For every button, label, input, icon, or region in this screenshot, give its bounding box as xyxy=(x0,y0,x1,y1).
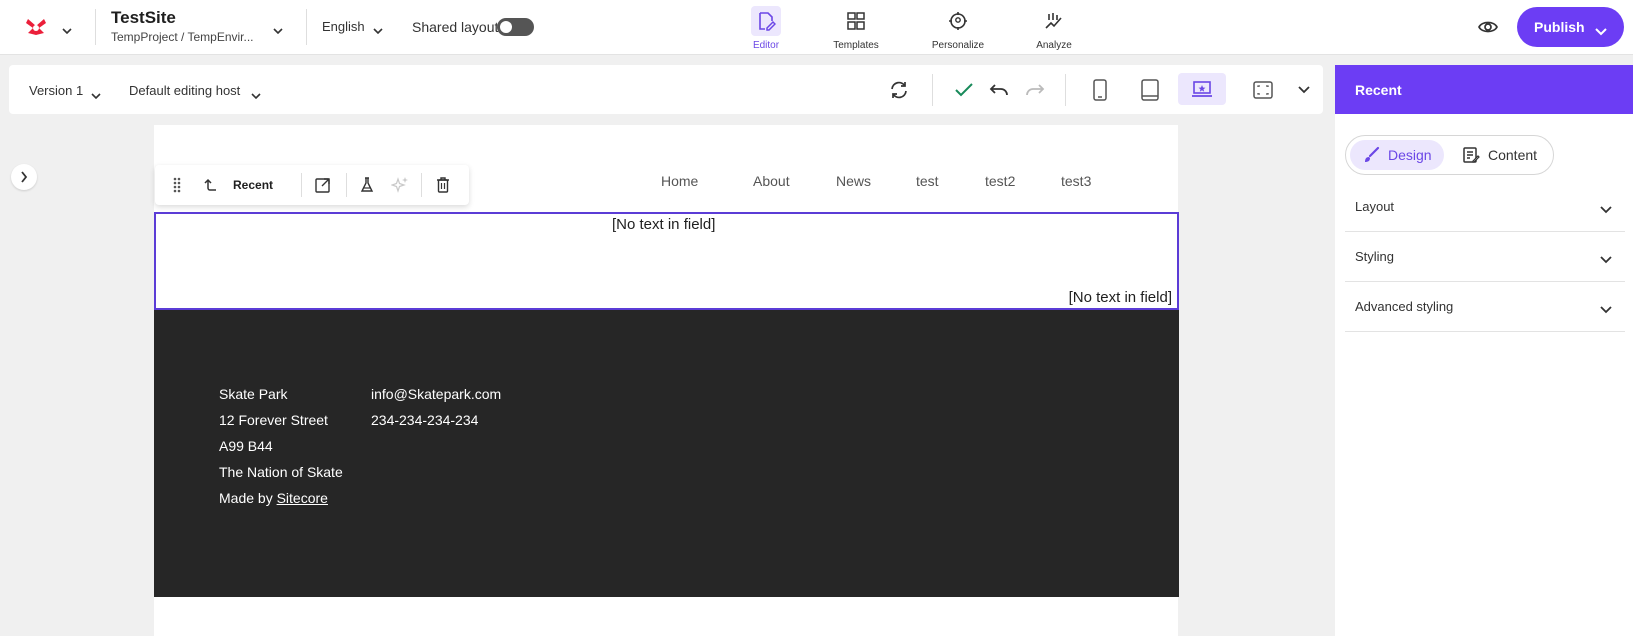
placeholder-text[interactable]: [No text in field] xyxy=(1069,289,1172,306)
footer-line: Skate Park xyxy=(219,386,288,402)
divider xyxy=(346,173,347,197)
check-icon[interactable] xyxy=(951,77,977,103)
editor-toolbar: Version 1 Default editing host xyxy=(9,65,1323,114)
chevron-down-icon[interactable] xyxy=(62,21,72,35)
redo-icon[interactable] xyxy=(1022,77,1048,103)
footer-made-by: Made by Sitecore xyxy=(219,485,343,511)
sparkle-icon xyxy=(390,175,410,195)
content-icon xyxy=(1463,147,1480,163)
nav-templates[interactable]: Templates xyxy=(816,6,896,51)
site-switcher[interactable]: TestSite TempProject / TempEnvir... xyxy=(111,8,254,44)
divider xyxy=(95,9,96,45)
footer-line: A99 B44 xyxy=(219,438,273,454)
tab-label: Content xyxy=(1488,147,1538,163)
site-subtitle: TempProject / TempEnvir... xyxy=(111,30,254,44)
footer-address: Skate Park 12 Forever Street A99 B44 The… xyxy=(219,381,343,511)
templates-icon xyxy=(841,6,871,36)
editing-host-select[interactable]: Default editing host xyxy=(129,83,240,98)
nav-analyze[interactable]: Analyze xyxy=(1014,6,1094,51)
version-select[interactable]: Version 1 xyxy=(29,83,83,98)
publish-button[interactable]: Publish xyxy=(1517,7,1624,47)
made-by-prefix: Made by xyxy=(219,490,273,506)
accordion-styling[interactable]: Styling xyxy=(1345,232,1625,282)
open-external-icon[interactable] xyxy=(313,175,333,195)
accordion-label: Styling xyxy=(1355,249,1395,264)
site-footer: Skate Park 12 Forever Street A99 B44 The… xyxy=(154,310,1179,597)
footer-contact: info@Skatepark.com 234-234-234-234 xyxy=(371,381,501,433)
panel-title: Recent xyxy=(1335,65,1633,114)
select-parent-icon[interactable] xyxy=(199,175,219,195)
nav-label: Analyze xyxy=(1036,40,1072,51)
nav-label: Personalize xyxy=(931,40,985,51)
properties-panel: Recent Design Content Layout Styling Adv… xyxy=(1335,65,1633,636)
analyze-icon xyxy=(1039,6,1069,36)
footer-phone: 234-234-234-234 xyxy=(371,412,479,428)
brush-icon xyxy=(1365,146,1380,162)
placeholder-text[interactable]: [No text in field] xyxy=(612,216,715,233)
sync-icon[interactable] xyxy=(886,77,912,103)
publish-label: Publish xyxy=(1534,19,1585,35)
divider xyxy=(1065,74,1066,106)
site-nav-link[interactable]: test xyxy=(916,173,939,189)
language-select[interactable]: English xyxy=(322,19,365,34)
selected-component[interactable]: [No text in field] [No text in field] xyxy=(154,212,1179,310)
chevron-down-icon[interactable] xyxy=(373,21,383,35)
site-nav-link[interactable]: Home xyxy=(661,173,698,189)
shared-layout-toggle[interactable] xyxy=(497,18,534,36)
accordion-advanced-styling[interactable]: Advanced styling xyxy=(1345,282,1625,332)
site-nav-link[interactable]: test3 xyxy=(1061,173,1091,189)
site-nav-link[interactable]: test2 xyxy=(985,173,1015,189)
nav-editor[interactable]: Editor xyxy=(726,6,806,51)
shared-layout-label: Shared layout xyxy=(412,19,499,35)
preview-eye-icon[interactable] xyxy=(1477,16,1499,43)
component-toolbar: Recent xyxy=(155,165,469,205)
personalize-icon xyxy=(943,6,973,36)
chevron-right-icon xyxy=(21,171,28,183)
accordion-label: Layout xyxy=(1355,199,1395,214)
sitecore-logo-icon[interactable] xyxy=(24,15,48,39)
site-title: TestSite xyxy=(111,8,176,27)
divider xyxy=(932,74,933,106)
divider xyxy=(306,9,307,45)
nav-label: Templates xyxy=(833,40,879,51)
top-bar: TestSite TempProject / TempEnvir... Engl… xyxy=(0,0,1633,55)
accordion-layout[interactable]: Layout xyxy=(1345,182,1625,232)
footer-line: The Nation of Skate xyxy=(219,464,343,480)
toggle-knob xyxy=(500,21,512,33)
design-content-switch: Design Content xyxy=(1345,135,1554,175)
chevron-down-icon xyxy=(1594,23,1607,35)
site-nav-link[interactable]: About xyxy=(753,173,790,189)
sitecore-link[interactable]: Sitecore xyxy=(277,490,328,506)
flask-icon[interactable] xyxy=(357,175,377,195)
chevron-down-icon[interactable] xyxy=(91,86,101,100)
fullscreen-icon[interactable] xyxy=(1250,77,1276,103)
nav-label: Editor xyxy=(752,40,780,51)
divider xyxy=(421,173,422,197)
divider xyxy=(301,173,302,197)
tab-label: Design xyxy=(1388,147,1432,163)
nav-personalize[interactable]: Personalize xyxy=(918,6,998,51)
accordion-label: Advanced styling xyxy=(1355,299,1454,314)
chevron-down-icon[interactable] xyxy=(251,86,261,100)
laptop-device-icon[interactable] xyxy=(1178,73,1226,105)
tablet-device-icon[interactable] xyxy=(1137,77,1163,103)
editor-icon xyxy=(751,6,781,36)
chevron-down-icon xyxy=(1600,202,1612,214)
drag-handle-icon[interactable] xyxy=(167,175,187,195)
chevron-down-icon xyxy=(1600,302,1612,314)
chevron-down-icon[interactable] xyxy=(273,21,283,35)
site-nav-link[interactable]: News xyxy=(836,173,871,189)
trash-icon[interactable] xyxy=(433,175,453,195)
tab-content[interactable]: Content xyxy=(1450,140,1549,170)
tab-design[interactable]: Design xyxy=(1350,140,1444,170)
expand-panel-button[interactable] xyxy=(11,164,37,190)
component-name: Recent xyxy=(233,178,274,192)
chevron-down-icon xyxy=(1600,252,1612,264)
chevron-down-icon[interactable] xyxy=(1291,77,1317,103)
undo-icon[interactable] xyxy=(986,77,1012,103)
footer-email: info@Skatepark.com xyxy=(371,386,502,402)
footer-line: 12 Forever Street xyxy=(219,412,328,428)
mobile-device-icon[interactable] xyxy=(1087,77,1113,103)
